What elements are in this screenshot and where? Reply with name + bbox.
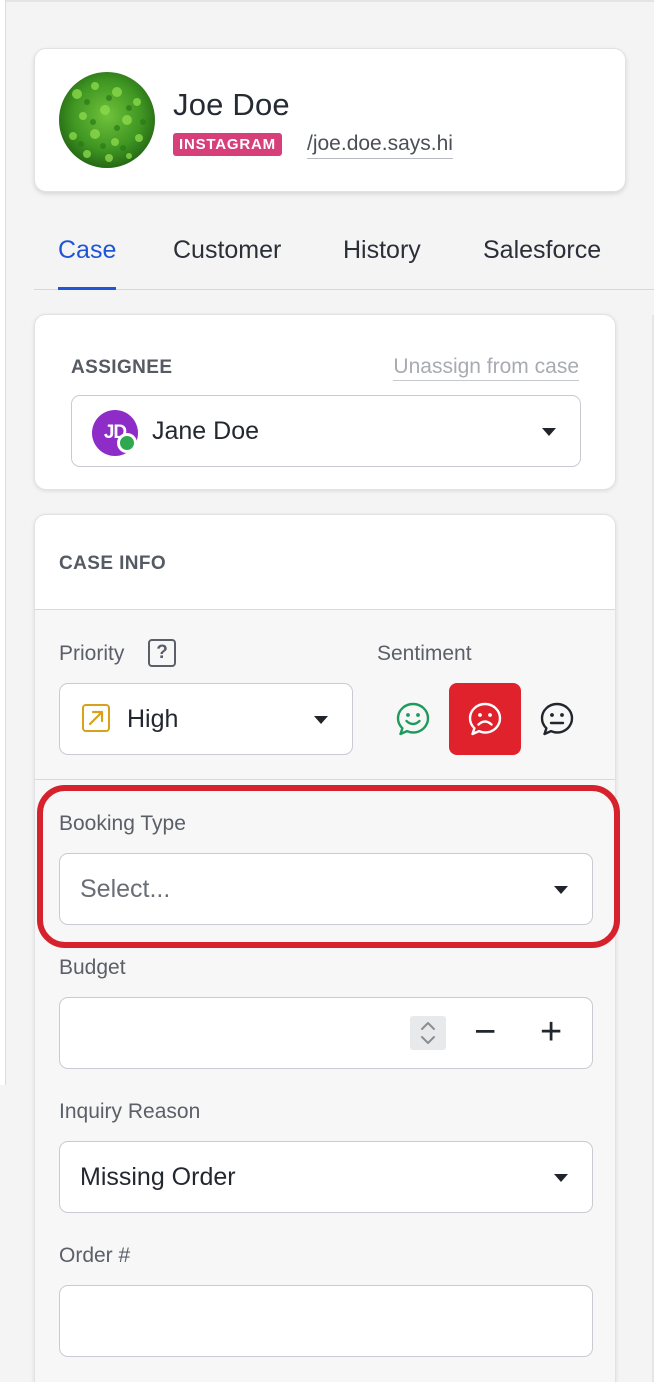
inquiry-reason-value: Missing Order bbox=[80, 1163, 236, 1191]
chevron-down-icon bbox=[542, 428, 556, 436]
tab-case[interactable]: Case bbox=[58, 236, 117, 290]
tab-salesforce[interactable]: Salesforce bbox=[483, 236, 601, 287]
chevron-down-icon bbox=[554, 886, 568, 894]
unassign-link[interactable]: Unassign from case bbox=[393, 355, 579, 381]
left-edge-strip bbox=[0, 0, 6, 1085]
tab-history[interactable]: History bbox=[343, 236, 421, 287]
online-status-icon bbox=[117, 433, 137, 453]
chevron-down-icon bbox=[554, 1174, 568, 1182]
decrement-button[interactable]: − bbox=[474, 1013, 496, 1051]
sentiment-neutral-button[interactable] bbox=[521, 683, 593, 755]
case-info-heading: CASE INFO bbox=[59, 553, 167, 574]
spinner-arrows-icon bbox=[421, 1022, 435, 1044]
assignee-select[interactable]: JD Jane Doe bbox=[71, 395, 581, 467]
order-number-label: Order # bbox=[59, 1244, 131, 1267]
assignee-heading: ASSIGNEE bbox=[71, 357, 173, 378]
order-number-input[interactable] bbox=[59, 1285, 593, 1357]
priority-select[interactable]: High bbox=[59, 683, 353, 755]
channel-badge: INSTAGRAM bbox=[173, 133, 282, 156]
inquiry-reason-select[interactable]: Missing Order bbox=[59, 1141, 593, 1213]
priority-label: Priority bbox=[59, 642, 125, 665]
tab-customer[interactable]: Customer bbox=[173, 236, 281, 287]
smile-chat-icon bbox=[396, 702, 430, 736]
case-info-header: CASE INFO bbox=[35, 515, 615, 610]
sentiment-positive-button[interactable] bbox=[377, 683, 449, 755]
neutral-chat-icon bbox=[540, 702, 574, 736]
frown-chat-icon bbox=[468, 702, 502, 736]
number-spinner[interactable] bbox=[410, 1016, 446, 1050]
increment-button[interactable]: + bbox=[540, 1013, 562, 1051]
priority-value: High bbox=[127, 705, 179, 733]
budget-input[interactable]: − + bbox=[59, 997, 593, 1069]
top-border bbox=[0, 0, 654, 2]
inquiry-reason-label: Inquiry Reason bbox=[59, 1100, 201, 1123]
divider bbox=[35, 779, 615, 780]
case-info-card: CASE INFO Priority ? High Sentiment Book… bbox=[34, 514, 616, 1382]
booking-type-label: Booking Type bbox=[59, 812, 186, 835]
customer-profile-card: Joe Doe INSTAGRAM /joe.doe.says.hi bbox=[34, 48, 626, 192]
help-icon[interactable]: ? bbox=[148, 639, 176, 667]
booking-type-select[interactable]: Select... bbox=[59, 853, 593, 925]
sentiment-negative-button[interactable] bbox=[449, 683, 521, 755]
customer-handle-link[interactable]: /joe.doe.says.hi bbox=[307, 132, 453, 159]
leaf-photo-icon bbox=[59, 72, 155, 168]
customer-name: Joe Doe bbox=[173, 87, 290, 122]
booking-type-placeholder: Select... bbox=[80, 875, 171, 903]
budget-label: Budget bbox=[59, 956, 126, 979]
chevron-down-icon bbox=[314, 716, 328, 724]
arrow-up-right-icon bbox=[82, 704, 110, 732]
assignee-name: Jane Doe bbox=[152, 417, 260, 445]
sentiment-label: Sentiment bbox=[377, 642, 472, 665]
assignee-card: ASSIGNEE Unassign from case JD Jane Doe bbox=[34, 314, 616, 490]
case-panel: Joe Doe INSTAGRAM /joe.doe.says.hi Case … bbox=[0, 0, 654, 1382]
tab-bar: Case Customer History Salesforce bbox=[34, 222, 654, 290]
